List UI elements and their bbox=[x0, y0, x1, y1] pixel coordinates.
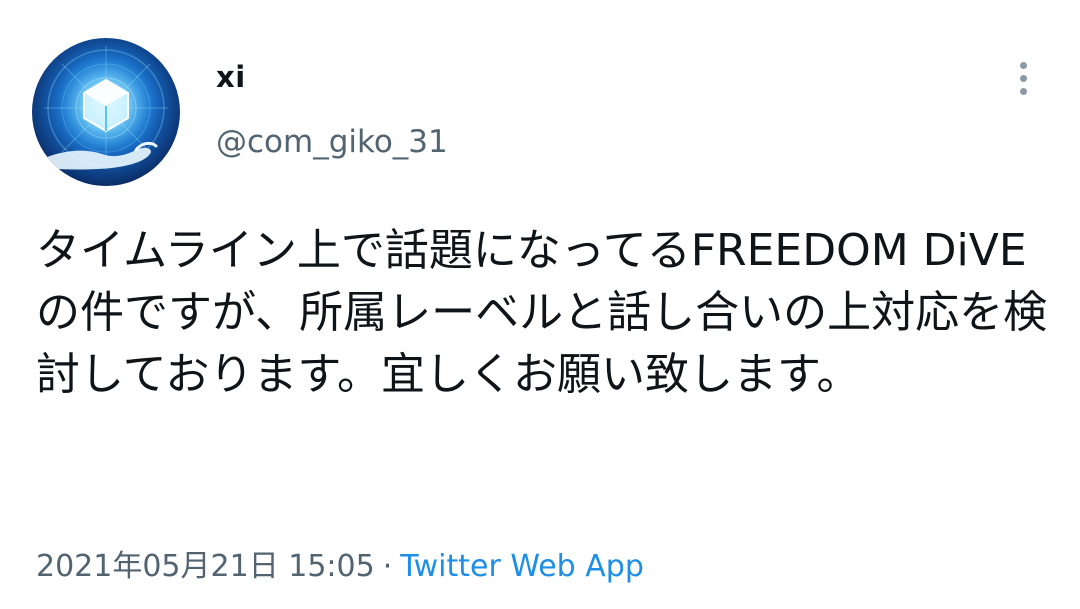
meta-separator: · bbox=[382, 549, 393, 584]
source-link[interactable]: Twitter Web App bbox=[400, 549, 644, 584]
more-options-button[interactable] bbox=[1006, 58, 1042, 100]
display-name[interactable]: xi bbox=[216, 60, 246, 94]
user-handle[interactable]: @com_giko_31 bbox=[216, 124, 448, 160]
tweet-text: タイムライン上で話題になってるFREEDOM DiVEの件ですが、所属レーベルと… bbox=[36, 225, 1048, 400]
tweet: xi @com_giko_31 タイムライン上で話題になってるFREEDOM D… bbox=[0, 0, 1080, 609]
tweet-meta: 2021年05月21日 15:05 · Twitter Web App bbox=[36, 541, 644, 585]
glowing-cube-over-hand-avatar-icon bbox=[32, 38, 180, 186]
timestamp[interactable]: 2021年05月21日 15:05 bbox=[36, 549, 375, 584]
avatar[interactable] bbox=[32, 38, 180, 186]
